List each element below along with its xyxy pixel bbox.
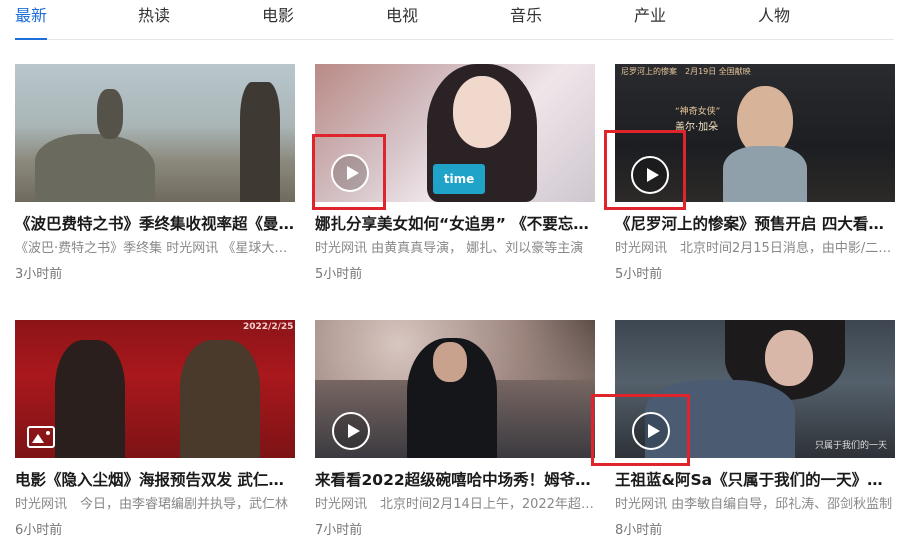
news-card-4[interactable]: 2022/2/25 电影《隐入尘烟》海报预告双发 武仁林海清主演 时光网讯 今日… (15, 320, 295, 540)
card-description: 时光网讯 北京时间2月15日消息，由中影/二十世纪 (615, 241, 895, 256)
active-tab-indicator (15, 38, 47, 40)
card-description: 时光网讯 由黄真真导演， 娜扎、刘以豪等主演 (315, 241, 584, 256)
news-card-5[interactable]: 来看看2022超级碗嘻哈中场秀！姆爷德瑞博士 时光网讯 北京时间2月14日上午，… (315, 320, 595, 540)
image-icon (27, 426, 55, 448)
card-title[interactable]: 《尼罗河上的惨案》预售开启 四大看点抢先看 (615, 214, 895, 234)
card-timestamp: 8小时前 (615, 523, 663, 538)
card-title[interactable]: 电影《隐入尘烟》海报预告双发 武仁林海清主演 (15, 470, 295, 490)
card-description: 时光网讯 今日，由李睿珺编剧并执导，武仁林 (15, 497, 289, 512)
news-card-1[interactable]: 《波巴费特之书》季终集收视率超《曼达洛人》 《波巴·费特之书》季终集 时光网讯 … (15, 64, 295, 284)
tab-people[interactable]: 人物 (758, 2, 790, 26)
face-shape (765, 330, 813, 386)
person-right-shape (180, 340, 260, 458)
highlight-box (312, 134, 386, 210)
poster-date: 2022/2/25 (243, 322, 294, 332)
card-description: 时光网讯 由李敏自编自导，邱礼涛、邵剑秋监制 (615, 497, 893, 512)
card-description: 《波巴·费特之书》季终集 时光网讯 《星球大战》 (15, 241, 295, 256)
tab-industry[interactable]: 产业 (634, 2, 666, 26)
tab-hot[interactable]: 热读 (138, 2, 170, 26)
tab-tv[interactable]: 电视 (386, 2, 418, 26)
creature-shape (35, 134, 155, 202)
card-title[interactable]: 王祖蓝&阿Sa《只属于我们的一天》曝光预告 (615, 470, 895, 490)
card-description: 时光网讯 北京时间2月14日上午，2022年超级碗 (315, 497, 595, 512)
tab-movie[interactable]: 电影 (262, 2, 294, 26)
face-shape (433, 342, 467, 382)
highlight-box (591, 394, 690, 466)
card-timestamp: 3小时前 (15, 267, 63, 282)
rider-shape (97, 89, 123, 139)
dress-shape (723, 146, 807, 202)
card-title[interactable]: 《波巴费特之书》季终集收视率超《曼达洛人》 (15, 214, 295, 234)
highlight-box (604, 130, 686, 210)
face-shape (453, 76, 511, 148)
poster-caption: 尼罗河上的惨案 2月19日 全国献映 (621, 67, 751, 76)
card-title[interactable]: 娜扎分享美女如何“女追男” 《不要忘记我爱你》 (315, 214, 595, 234)
card-thumbnail[interactable] (315, 320, 595, 458)
tab-latest[interactable]: 最新 (15, 2, 47, 26)
card-timestamp: 5小时前 (315, 267, 363, 282)
tab-music[interactable]: 音乐 (510, 2, 542, 26)
poster-title: 只属于我们的一天 (815, 441, 888, 451)
person-left-shape (55, 340, 125, 458)
category-tabs: 最新 热读 电影 电视 音乐 产业 人物 (0, 0, 914, 40)
card-timestamp: 7小时前 (315, 523, 363, 538)
poster-subtitle: “神奇女侠” (675, 107, 721, 117)
card-timestamp: 5小时前 (615, 267, 663, 282)
card-timestamp: 6小时前 (15, 523, 63, 538)
card-thumbnail[interactable]: 2022/2/25 (15, 320, 295, 458)
play-icon[interactable] (332, 412, 370, 450)
microphone-logo: time (433, 164, 485, 194)
figure-shape (240, 82, 280, 202)
card-title[interactable]: 来看看2022超级碗嘻哈中场秀！姆爷德瑞博士 (315, 470, 595, 490)
tabs-divider (15, 39, 894, 40)
card-thumbnail[interactable] (15, 64, 295, 202)
